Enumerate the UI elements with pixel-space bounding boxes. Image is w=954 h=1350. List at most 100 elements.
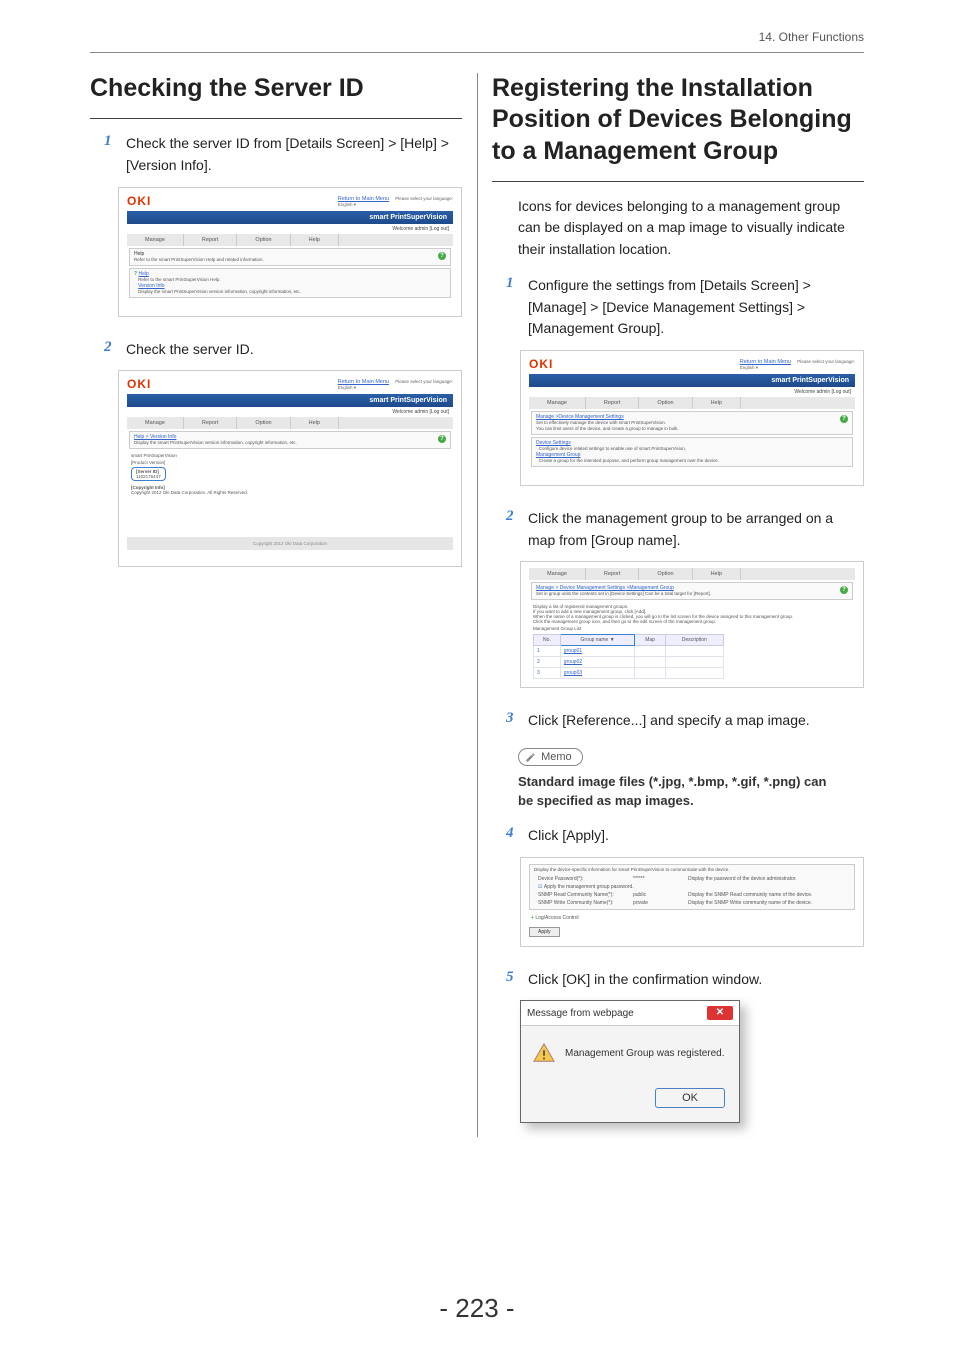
help-icon[interactable]: ? [438,252,446,260]
apply-chk[interactable]: Apply the management group password. [544,884,634,890]
step-number: 2 [104,339,116,361]
mg-detail-box: Device Settings Configure device related… [531,437,853,467]
product-bar: smart PrintSuperVision [127,211,453,224]
page-number: - 223 - [0,1293,954,1324]
gl-listlabel: Management Group List [533,626,851,631]
tab-report[interactable]: Report [586,397,640,409]
ok-button[interactable]: OK [655,1088,725,1108]
group-link[interactable]: group01 [564,648,582,654]
breadcrumb-box: Help > Version Info Display the smart Pr… [129,431,451,449]
tab-option[interactable]: Option [639,397,692,409]
warning-icon [533,1042,555,1064]
step-number: 1 [104,133,116,176]
tab-option[interactable]: Option [237,417,290,429]
help-detail-box: ? Help Refer to the smart PrintSuperVisi… [129,268,451,298]
mgmt-group-sub: Create a group for the intended purpose,… [539,458,719,463]
pw-label: Device Password(*): [538,876,633,882]
pw-val: ****** [633,876,688,882]
right-intro: Icons for devices belonging to a managem… [492,196,864,261]
tab-manage[interactable]: Manage [127,417,184,429]
welcome-line: Welcome admin [Log out] [529,387,855,397]
write-val: private [633,900,688,906]
screenshot-version: OKI Return to Main Menu Please select yo… [118,370,462,567]
left-step-1: 1 Check the server ID from [Details Scre… [90,133,462,176]
apply-button[interactable]: Apply [529,927,560,937]
right-step-2: 2 Click the management group to be arran… [492,508,864,551]
mg-desc2: You can limit users of the device, and c… [536,426,679,431]
table-row: 1group01 [534,646,724,657]
oki-logo: OKI [127,194,151,208]
grouplist-desc: Set in group units the contents set in [… [536,591,711,596]
title-rule [90,118,462,119]
product-bar: smart PrintSuperVision [529,374,855,387]
group-link[interactable]: group03 [564,670,582,676]
device-settings-sub: Configure device related settings to ena… [539,446,686,451]
breadcrumb-box: Help Refer to the smart PrintSuperVision… [129,248,451,266]
step-number: 1 [506,275,518,340]
th-map: Map [635,635,665,646]
tab-row: Manage Report Option Help [127,417,453,429]
breadcrumb-desc: Display the smart PrintSuperVision versi… [134,440,297,445]
server-id-highlight: [Server ID] 1102176447 [131,467,166,481]
log-access[interactable]: Log/Access Control [535,915,578,921]
close-icon[interactable]: ✕ [707,1006,733,1020]
lang-value[interactable]: English [740,365,755,370]
tab-row: Manage Report Option Help [127,234,453,246]
pw-desc: Display the password of the device admin… [688,876,797,882]
tab-report[interactable]: Report [586,568,640,580]
tab-option[interactable]: Option [237,234,290,246]
tab-help[interactable]: Help [693,397,741,409]
tab-help[interactable]: Help [291,234,339,246]
welcome-line: Welcome admin [Log out] [127,224,453,234]
tab-manage[interactable]: Manage [529,397,586,409]
step-number: 2 [506,508,518,551]
memo-label: Memo [541,751,572,763]
step-text: Configure the settings from [Details Scr… [528,275,864,340]
memo-text: Standard image files (*.jpg, *.bmp, *.gi… [492,772,864,825]
mg-desc1: Set to effectively manage the device wit… [536,420,666,425]
tab-help[interactable]: Help [693,568,741,580]
tab-manage[interactable]: Manage [127,234,184,246]
th-group[interactable]: Group name [581,637,609,643]
lang-label: Please select your language: [395,196,453,201]
right-step-5: 5 Click [OK] in the confirmation window. [492,969,864,991]
breadcrumb-box: Manage > Device Management Settings >Man… [531,582,853,600]
right-column: Registering the Installation Position of… [492,73,864,1137]
tab-row: Manage Report Option Help [529,568,855,580]
welcome-line: Welcome admin [Log out] [127,407,453,417]
step-text: Check the server ID. [126,339,254,361]
step-text: Check the server ID from [Details Screen… [126,133,462,176]
lang-value[interactable]: English [338,202,353,207]
tab-option[interactable]: Option [639,568,692,580]
step-number: 3 [506,710,518,732]
apply-hdr: Display the device-specific information … [534,867,850,872]
group-table: No. Group name ▼ Map Description 1group0… [533,634,724,679]
footer-band: Copyright 2012 Oki Data Corporation [127,537,453,550]
step-number: 5 [506,969,518,991]
dialog-title-text: Message from webpage [527,1008,634,1019]
tab-row: Manage Report Option Help [529,397,855,409]
dialog-message: Management Group was registered. [565,1048,725,1059]
product-name-line: smart PrintSuperVision [131,453,449,458]
help-icon[interactable]: ? [840,586,848,594]
oki-logo: OKI [127,377,151,391]
help-icon[interactable]: ? [438,435,446,443]
right-step-4: 4 Click [Apply]. [492,825,864,847]
screenshot-help: OKI Return to Main Menu Please select yo… [118,187,462,317]
tab-report[interactable]: Report [184,417,238,429]
read-label: SNMP Read Community Name(*): [538,892,633,898]
group-link[interactable]: group02 [564,659,582,665]
dialog-titlebar: Message from webpage ✕ [521,1001,739,1026]
step-text: Click [Reference...] and specify a map i… [528,710,810,732]
tab-help[interactable]: Help [291,417,339,429]
step-text: Click the management group to be arrange… [528,508,864,551]
help-sub: Refer to the smart PrintSuperVision Help… [138,277,220,282]
right-step-1: 1 Configure the settings from [Details S… [492,275,864,340]
lang-value[interactable]: English [338,385,353,390]
step-text: Click [Apply]. [528,825,609,847]
tab-report[interactable]: Report [184,234,238,246]
help-icon[interactable]: ? [840,415,848,423]
tab-manage[interactable]: Manage [529,568,586,580]
product-bar: smart PrintSuperVision [127,394,453,407]
apply-box: Display the device-specific information … [529,864,855,910]
